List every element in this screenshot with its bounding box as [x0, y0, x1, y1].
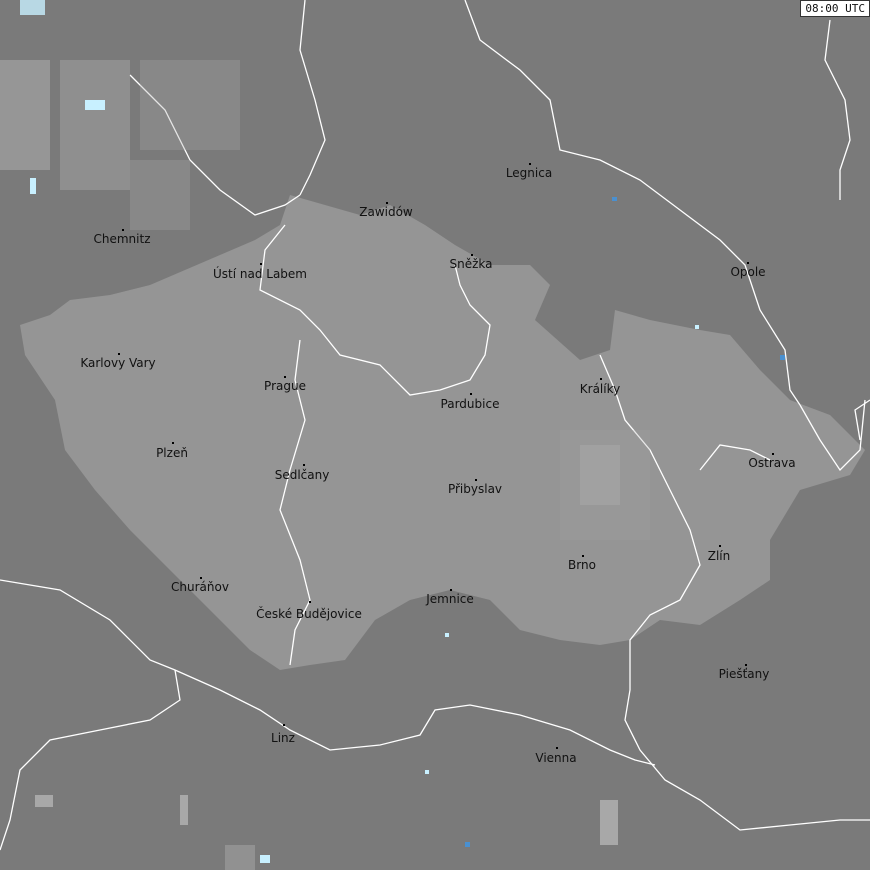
map-layer: [0, 0, 870, 870]
radar-echo-cyan: [85, 100, 105, 110]
radar-echo: [180, 795, 188, 825]
city-dot: [719, 545, 721, 547]
city-dot: [283, 724, 285, 726]
city-dot: [284, 376, 286, 378]
radar-echo: [600, 800, 618, 845]
city-dot: [471, 254, 473, 256]
radar-echo-cyan: [30, 178, 36, 194]
city-label-kraliky: Králíky: [579, 382, 621, 396]
city-label-brno: Brno: [568, 558, 596, 572]
city-dot: [475, 479, 477, 481]
radar-echo-cyan: [20, 0, 45, 15]
city-label-jemnice: Jemnice: [426, 592, 474, 606]
city-label-plzen: Plzeň: [156, 446, 188, 460]
city-dot: [172, 442, 174, 444]
city-dot: [529, 163, 531, 165]
city-label-zawidow: Zawidów: [359, 205, 413, 219]
city-dot: [122, 229, 124, 231]
city-label-ceske-budejovice: České Budějovice: [256, 607, 362, 621]
radar-echo-cyan: [260, 855, 270, 863]
radar-echo-cyan: [445, 633, 449, 637]
city-dot: [745, 664, 747, 666]
city-label-sedlcany: Sedlčany: [274, 468, 330, 482]
city-dot: [470, 393, 472, 395]
city-dot: [386, 202, 388, 204]
radar-echo-cyan: [695, 325, 699, 329]
city-label-prague: Prague: [264, 379, 306, 393]
city-dot: [582, 555, 584, 557]
city-dot: [772, 453, 774, 455]
city-dot: [600, 378, 602, 380]
radar-echo-cyan: [425, 770, 429, 774]
radar-echo: [140, 60, 240, 150]
city-label-opole: Opole: [730, 265, 766, 279]
city-label-pardubice: Pardubice: [440, 397, 500, 411]
radar-echo-blue: [780, 355, 785, 360]
city-dot: [118, 353, 120, 355]
radar-map: Legnica Zawidów Chemnitz Sněžka Opole Ús…: [0, 0, 870, 870]
city-label-snezka: Sněžka: [449, 257, 493, 271]
city-dot: [303, 464, 305, 466]
radar-echo: [225, 845, 255, 870]
city-label-churanov: Churáňov: [171, 580, 229, 594]
city-label-vienna: Vienna: [535, 751, 577, 765]
radar-echo-blue: [612, 197, 617, 201]
city-label-usti: Ústí nad Labem: [212, 267, 308, 281]
city-dot: [450, 589, 452, 591]
radar-echo: [60, 60, 130, 190]
city-dot: [309, 601, 311, 603]
city-label-zlin: Zlín: [707, 549, 731, 563]
timestamp-label: 08:00 UTC: [800, 0, 870, 17]
city-dot: [200, 577, 202, 579]
radar-echo: [0, 60, 50, 170]
city-label-chemnitz: Chemnitz: [93, 232, 151, 246]
city-label-karlovy-vary: Karlovy Vary: [80, 356, 156, 370]
city-label-piestany: Piešťany: [718, 667, 770, 681]
city-dot: [747, 262, 749, 264]
radar-echo: [560, 430, 650, 540]
radar-echo: [130, 160, 190, 230]
city-label-pribyslav: Přibyslav: [447, 482, 503, 496]
city-label-ostrava: Ostrava: [748, 456, 796, 470]
radar-echo-blue: [465, 842, 470, 847]
city-label-linz: Linz: [271, 731, 295, 745]
radar-echo: [35, 795, 53, 807]
city-dot: [260, 263, 262, 265]
city-dot: [556, 747, 558, 749]
city-label-legnica: Legnica: [505, 166, 553, 180]
